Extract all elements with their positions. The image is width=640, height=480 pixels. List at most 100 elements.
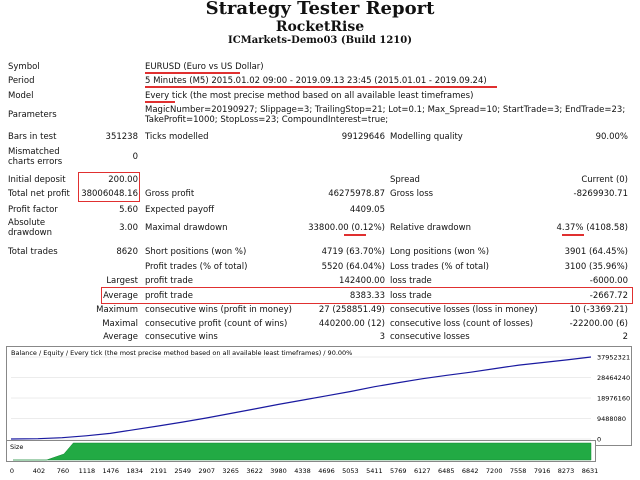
x-tick-label: 7200 [486,467,503,475]
x-tick-label: 3622 [246,467,263,475]
x-tick-label: 2549 [174,467,191,475]
symbol-value: EURUSD (Euro vs US Dollar) [145,62,264,72]
abs-drawdown-label-1: Absolute [8,218,46,228]
profit-factor-value: 5.60 [119,205,138,215]
model-label: Model [8,91,34,101]
account-name: ICMarkets-Demo03 (Build 1210) [228,35,412,46]
symbol-label: Symbol [8,62,40,72]
total-trades-value: 8620 [116,247,138,257]
x-tick-label: 7916 [534,467,551,475]
avg-cons-losses-label: consecutive losses [390,332,470,342]
largest-profit-value: 142400.00 [339,276,385,286]
y-tick-label: 0 [597,436,601,444]
x-tick-label: 6485 [438,467,455,475]
short-positions-value: 4719 (63.70%) [321,247,385,257]
long-positions-label: Long positions (won %) [390,247,490,257]
max-cons-wins-value: 27 (258851.49) [318,305,385,315]
avg-cons-label: Average [103,332,138,342]
symbol-underline [145,72,240,74]
gross-loss-label: Gross loss [390,189,434,199]
mismatch-label-2: charts errors [8,157,63,167]
parameters-label: Parameters [8,110,57,120]
deposit-label: Initial deposit [8,175,66,185]
spread-value: Current (0) [581,175,628,185]
avg-cons-wins-value: 3 [379,332,385,342]
max-drawdown-label: Maximal drawdown [145,223,228,233]
chart-legend: Balance / Equity / Every tick (the most … [11,349,352,357]
chart-grid [11,356,591,440]
quality-label: Modelling quality [390,132,463,142]
loss-trades-value: 3100 (35.96%) [564,262,628,272]
deposit-profit-highlight [78,172,140,202]
long-positions-value: 3901 (64.45%) [564,247,628,257]
x-tick-label: 0 [10,467,14,475]
parameters-line1: MagicNumber=20190927; Slippage=3; Traili… [145,105,626,115]
quality-value: 90.00% [595,132,628,142]
largest-loss-label: loss trade [390,276,432,286]
size-bar [13,442,592,461]
x-tick-label: 2191 [150,467,167,475]
maximum-label: Maximum [96,305,138,315]
max-cons-wins-label: consecutive wins (profit in money) [145,305,292,315]
x-tick-label: 3265 [222,467,239,475]
parameters-line2: TakeProfit=1000; StopLoss=23; CompoundIn… [145,115,389,125]
model-underline [145,101,175,103]
max-dd-underline [344,234,366,236]
balance-chart: Balance / Equity / Every tick (the most … [6,346,632,446]
x-tick-label: 1834 [127,467,144,475]
largest-profit-label: profit trade [145,276,193,286]
avg-cons-wins-label: consecutive wins [145,332,218,342]
x-tick-label: 760 [57,467,69,475]
abs-drawdown-value: 3.00 [119,223,138,233]
x-tick-label: 2907 [198,467,215,475]
report-title: Strategy Tester Report [205,0,435,19]
x-tick-label: 6127 [414,467,431,475]
x-tick-label: 402 [33,467,45,475]
max-cons-losses-value: 10 (-3369.21) [569,305,628,315]
period-value: 5 Minutes (M5) 2015.01.02 09:00 - 2019.0… [145,76,487,86]
largest-loss-value: -6000.00 [589,276,628,286]
x-tick-label: 8273 [558,467,575,475]
x-tick-label: 4696 [318,467,335,475]
model-value: Every tick (the most precise method base… [145,91,474,101]
maximal-cons-loss-label: consecutive loss (count of losses) [390,319,534,329]
mismatch-value: 0 [132,152,138,162]
abs-drawdown-label-2: drawdown [8,228,52,238]
x-tick-label: 5769 [390,467,407,475]
max-cons-losses-label: consecutive losses (loss in money) [390,305,538,315]
total-trades-label: Total trades [8,247,58,257]
rel-drawdown-label: Relative drawdown [390,223,471,233]
period-underline [145,86,497,88]
y-tick-label: 37952321 [597,354,630,362]
largest-label: Largest [106,276,138,286]
profit-trades-value: 5520 (64.04%) [321,262,385,272]
profit-trades-label: Profit trades (% of total) [145,262,248,272]
x-tick-label: 7558 [510,467,527,475]
average-row-highlight [101,287,633,304]
max-drawdown-value: 33800.00 (0.12%) [308,223,385,233]
rel-dd-underline [562,234,584,236]
x-tick-label: 5053 [342,467,359,475]
loss-trades-label: Loss trades (% of total) [390,262,489,272]
gross-profit-value: 46275978.87 [328,189,385,199]
maximal-cons-loss-value: -22200.00 (6) [569,319,628,329]
y-tick-label: 18976160 [597,395,630,403]
rel-drawdown-value: 4.37% (4108.58) [556,223,629,233]
x-tick-label: 5411 [366,467,383,475]
x-tick-label: 4338 [294,467,311,475]
avg-cons-losses-value: 2 [622,332,628,342]
x-tick-label: 1476 [103,467,120,475]
balance-chart-svg: Balance / Equity / Every tick (the most … [10,349,630,444]
maximal-cons-profit-value: 440200.00 (12) [318,319,385,329]
ticks-value: 99129646 [341,132,385,142]
maximal-label: Maximal [102,319,138,329]
x-tick-label: 8631 [582,467,599,475]
y-tick-labels: 37952321 28464240 18976160 9488080 0 [597,354,630,444]
size-label: Size [10,443,23,451]
expected-payoff-label: Expected payoff [145,205,215,215]
x-tick-label: 3980 [270,467,287,475]
profit-factor-label: Profit factor [8,205,58,215]
size-chart: Size [6,440,596,462]
short-positions-label: Short positions (won %) [145,247,247,257]
ea-name: RocketRise [275,19,365,35]
